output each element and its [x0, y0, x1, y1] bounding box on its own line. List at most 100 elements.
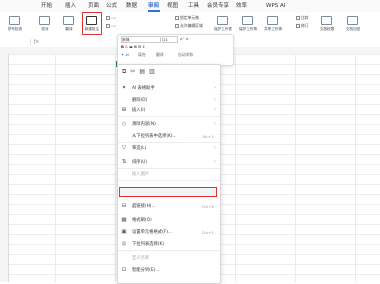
menu-item-label: 设置单元格格式(F)...: [132, 230, 172, 235]
chevron-right-icon: ›: [214, 97, 216, 103]
fill-button[interactable]: 填充: [138, 52, 146, 58]
menu-separator: [118, 168, 220, 169]
protect-workbook-icon: [242, 16, 253, 25]
doc-auth-button[interactable]: 文档权限: [316, 14, 338, 36]
menu-item-label: 从下拉列表中选择(K)...: [132, 134, 177, 139]
clipboard-row[interactable]: ⧉✂▤▥: [122, 68, 159, 76]
translate-button[interactable]: 翻译: [58, 14, 80, 36]
tab-0[interactable]: 开始: [41, 2, 52, 10]
tab-10[interactable]: WPS AI: [266, 2, 285, 10]
menu-item-icon: ⊞: [121, 107, 127, 113]
chevron-right-icon: ›: [214, 159, 216, 165]
menu-item-label: 筛选(L): [132, 146, 147, 151]
new-comment-highlight: [82, 12, 102, 35]
menu-item-label: 删除(D): [132, 98, 148, 103]
menu-item-0[interactable]: ✦ AI 表格助手 ›: [118, 84, 220, 93]
tab-4[interactable]: 数据: [126, 2, 137, 10]
menu-item-4[interactable]: 从下拉列表中选择(K)... Alt+↓: [118, 132, 220, 141]
menu-item-icon: ⊟: [121, 203, 127, 209]
doc-encrypt-button[interactable]: 文档加密: [342, 14, 364, 36]
context-menu: ⧉✂▤▥ ✦ AI 表格助手 › 删除(D) › ⊞ 插入(I) › ◇ 清除内容(N) › 从下拉列…: [117, 64, 221, 284]
comment-group-item[interactable]: ▫▫: [106, 15, 116, 21]
menu-item-label: 智能分列(E)...: [132, 268, 160, 273]
menu-item-label: 定义名称: [132, 256, 150, 261]
tab-8[interactable]: 会员专享: [207, 2, 229, 10]
name-box[interactable]: [4, 39, 31, 45]
format-buttons[interactable]: B A ▬ ⊞ ⊟ Σ: [121, 44, 145, 50]
menu-item-6[interactable]: ⇅ 排序(U) ›: [118, 158, 220, 167]
menu-item-1[interactable]: 删除(D) ›: [118, 96, 220, 105]
menu-item-icon: ▽: [121, 145, 127, 151]
font-grow-icon[interactable]: A⁺ A⁻: [180, 36, 190, 42]
protect-sheet-button[interactable]: 保护工作表: [212, 14, 234, 36]
menu-separator: [118, 142, 220, 143]
protect-workbook-button[interactable]: 保护工作簿: [237, 14, 259, 36]
tab-9[interactable]: 效率: [236, 2, 247, 10]
compare-button[interactable]: 比较: [296, 15, 309, 21]
menu-item-2[interactable]: ⊞ 插入(I) ›: [118, 106, 220, 115]
comment-group-item[interactable]: ▫▫: [106, 23, 116, 29]
tab-1[interactable]: 插入: [65, 2, 76, 10]
fill-color-icon: ▬: [128, 44, 133, 49]
translate-mini-button[interactable]: 翻译: [156, 52, 164, 58]
menu-item-shortcut: Ctrl+1: [201, 230, 214, 235]
row-headers: [0, 54, 9, 282]
chevron-right-icon: ›: [214, 107, 216, 113]
menu-item-11[interactable]: ▣ 设置单元格格式(F)... Ctrl+1: [118, 228, 220, 237]
fx-icon: ƒx: [34, 39, 39, 45]
translate-icon: [63, 16, 74, 25]
menu-item-label: AI 表格助手: [132, 86, 155, 91]
track-changes-button[interactable]: 修订: [296, 23, 309, 29]
menu-item-3[interactable]: ◇ 清除内容(N) ›: [118, 120, 220, 129]
menu-item-icon: ◎: [121, 241, 127, 247]
lock-cell-button[interactable]: 锁定单元格: [175, 15, 199, 21]
spell-check-icon: [9, 16, 20, 25]
menu-item-10[interactable]: ▦ 格式刷(O): [118, 216, 220, 225]
protect-sheet-icon: [217, 16, 228, 25]
ai-button[interactable]: ✦ AI: [121, 52, 129, 58]
tab-3[interactable]: 公式: [106, 2, 117, 10]
autosum-button[interactable]: 自动求和: [178, 52, 193, 58]
merge-icon: ⊟: [138, 44, 142, 49]
menu-item-label: 清除内容(N): [132, 122, 156, 127]
menu-item-label: 下拉列表选择(K): [132, 242, 164, 247]
chevron-right-icon: ›: [214, 145, 216, 151]
spell-check-button[interactable]: 拼写检查: [4, 14, 26, 36]
menu-item-label: 插入(I): [132, 108, 146, 113]
allow-edit-button[interactable]: 允许编辑区域: [175, 23, 203, 29]
proofread-icon: [39, 16, 50, 25]
menu-item-label: 超链接(H)...: [132, 204, 156, 209]
doc-auth-icon: [321, 16, 332, 25]
chevron-right-icon: ›: [214, 121, 216, 127]
paste-special-icon: ▥: [149, 68, 159, 75]
font-size-select[interactable]: 11: [162, 36, 178, 43]
tab-2[interactable]: 页面: [88, 2, 99, 10]
menu-item-5[interactable]: ▽ 筛选(L) ›: [118, 144, 220, 153]
menu-separator: [118, 116, 220, 117]
paste-icon: ▤: [139, 68, 149, 75]
menu-item-14[interactable]: ⊡ 智能分列(E)...: [118, 266, 220, 275]
menu-item-icon: ⇅: [121, 159, 127, 165]
menu-item-9[interactable]: ⊟ 超链接(H)... Ctrl+K: [118, 202, 220, 211]
menu-item-7: 插入图片: [118, 170, 220, 179]
menu-item-icon: ▣: [121, 229, 127, 235]
menu-item-icon: ⊡: [121, 267, 127, 273]
mini-toolbar: 宋体 11 A⁺ A⁻ B A ▬ ⊞ ⊟ Σ ✦ AI 填充 翻译 自动求和: [117, 34, 234, 66]
menu-item-12[interactable]: ◎ 下拉列表选择(K): [118, 240, 220, 249]
menu-item-label: 排序(U): [132, 160, 148, 165]
tab-6[interactable]: 视图: [167, 2, 178, 10]
menu-separator: [118, 250, 220, 251]
doc-encrypt-icon: [347, 16, 358, 25]
tab-7[interactable]: 工具: [188, 2, 199, 10]
cut-icon: ✂: [130, 68, 140, 75]
menu-item-label: 插入图片: [132, 172, 150, 177]
proofread-button[interactable]: 校对: [34, 14, 56, 36]
menu-item-label: 格式刷(O): [132, 218, 152, 223]
menu-item-icon: ✦: [121, 85, 127, 91]
tab-5[interactable]: 审阅: [148, 2, 159, 10]
menu-item-icon: ◇: [121, 121, 127, 127]
share-workbook-button[interactable]: 共享工作簿: [262, 14, 284, 36]
menu-item-13: 定义名称: [118, 254, 220, 263]
font-name-select[interactable]: 宋体: [121, 36, 161, 43]
menu-item-shortcut: Alt+↓: [202, 134, 214, 139]
